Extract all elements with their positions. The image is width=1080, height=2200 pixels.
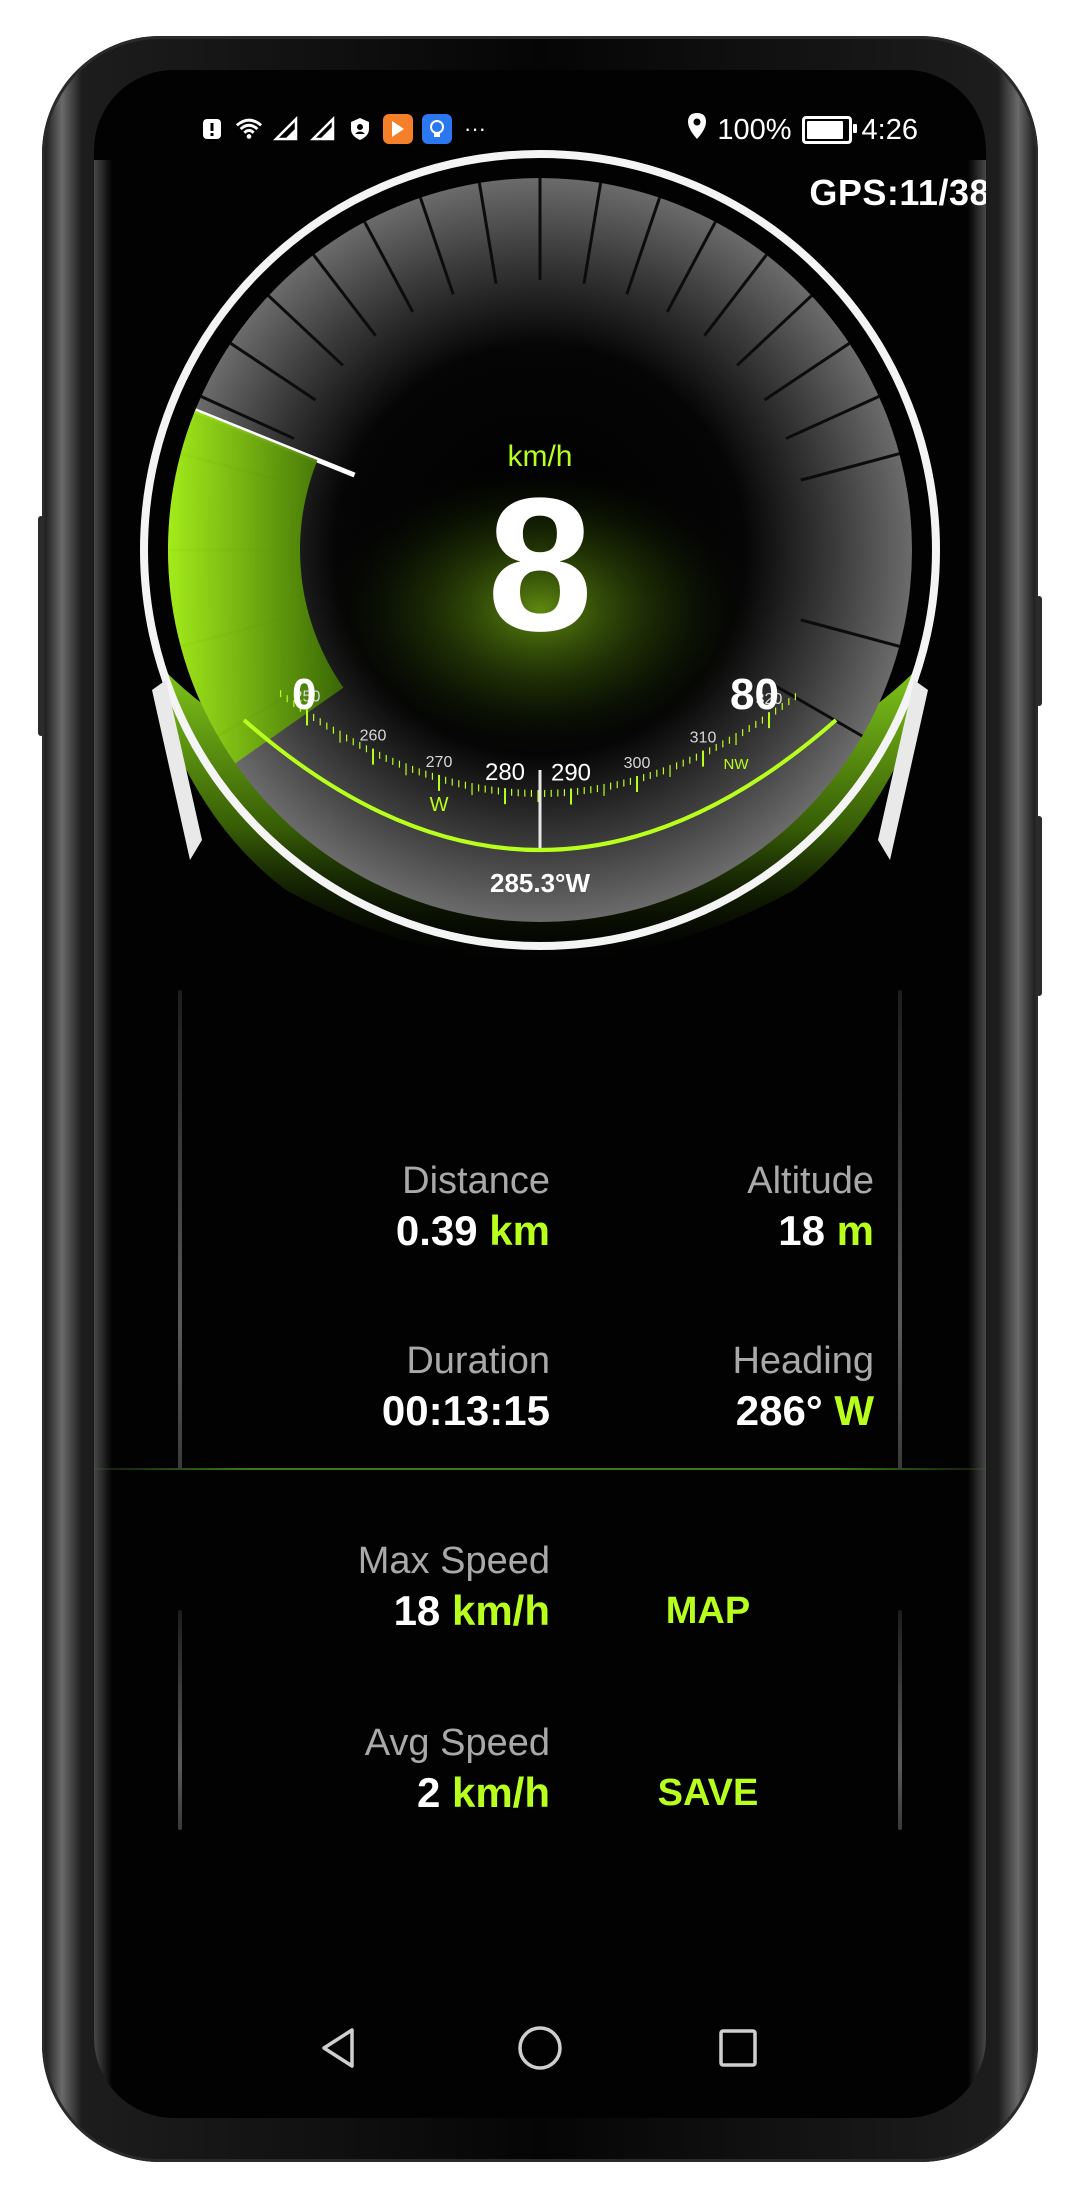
app-screen: ··· 100% 4:26 GPS:11/38 250 260 270 280 … [94,70,986,2118]
avg-speed-unit: km/h [451,1769,550,1816]
navigation-bar [94,1990,986,2100]
compass-degree-label: 270 [426,754,453,771]
recents-icon[interactable] [708,2018,768,2078]
duration-label: Duration [406,1340,550,1382]
heading-stat: Heading 286° W [574,1340,874,1435]
avg-speed-stat: Avg Speed 2 km/h [262,1722,550,1817]
duration-stat: Duration 00:13:15 [262,1340,550,1435]
distance-value-line: 0.39 km [262,1207,550,1255]
heading-readout: 285.3°W [489,868,590,898]
gauge-max-label: 80 [730,670,779,719]
volume-button [38,516,44,736]
power-button [1036,596,1042,706]
compass-degree-label: 260 [360,728,387,745]
altitude-value: 18 [778,1207,825,1254]
compass-cardinal-label: NW [724,756,750,773]
compass-degree-label: 300 [624,755,651,772]
heading-value: 286° [735,1387,823,1434]
distance-unit: km [489,1207,550,1254]
max-speed-stat: Max Speed 18 km/h [262,1540,550,1635]
map-button[interactable]: MAP [618,1590,798,1633]
altitude-stat: Altitude 18 m [574,1160,874,1255]
save-button[interactable]: SAVE [618,1772,798,1815]
duration-value: 00:13:15 [381,1387,550,1434]
heading-label: Heading [732,1340,874,1382]
compass-cardinal-label: W [430,794,449,816]
altitude-label: Altitude [747,1160,874,1202]
avg-speed-label: Avg Speed [364,1722,550,1764]
compass-degree-label: 310 [690,730,717,747]
max-speed-label: Max Speed [357,1540,550,1582]
home-icon[interactable] [510,2018,570,2078]
left-rail-lower [178,1610,182,1830]
max-speed-value: 18 [393,1587,441,1634]
altitude-unit: m [836,1207,874,1254]
back-icon[interactable] [308,2018,368,2078]
heading-unit: W [834,1387,874,1434]
distance-stat: Distance 0.39 km [262,1160,550,1255]
volume-button-right [1036,816,1042,996]
compass-degree-label: 290 [551,760,591,787]
heading-value-line: 286° W [574,1387,874,1435]
avg-speed-value: 2 [416,1769,441,1816]
speed-readout: 8 [487,459,593,671]
compass-degree-label: 280 [485,759,525,786]
right-rail-upper [898,990,902,1470]
left-rail-upper [178,990,182,1470]
max-speed-unit: km/h [451,1587,550,1634]
avg-speed-value-line: 2 km/h [262,1769,550,1817]
distance-value: 0.39 [395,1207,478,1254]
distance-label: Distance [402,1160,550,1202]
gauge-min-label: 0 [292,670,317,719]
right-rail-lower [898,1610,902,1830]
altitude-value-line: 18 m [574,1207,874,1255]
section-divider [94,1468,986,1470]
max-speed-value-line: 18 km/h [262,1587,550,1635]
